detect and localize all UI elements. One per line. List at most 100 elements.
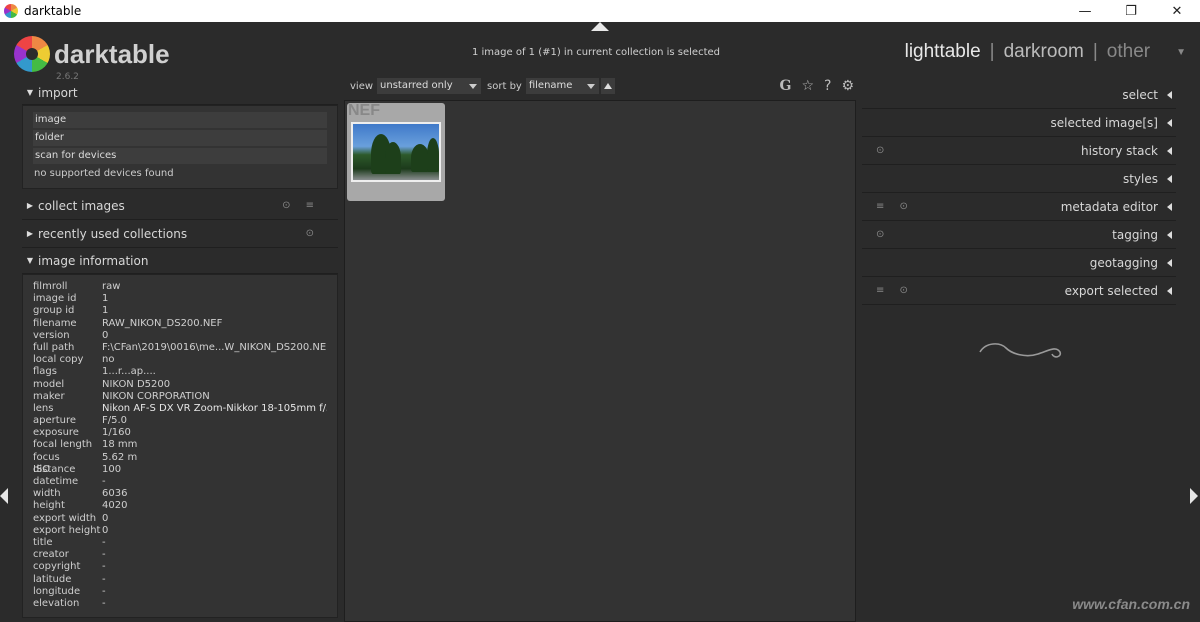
info-value: - [102,597,106,609]
module-header-selected-image-s[interactable]: selected image[s] [862,109,1176,137]
triangle-right-icon: ▶ [26,201,34,210]
module-header-select[interactable]: select [862,81,1176,109]
scan-devices-button[interactable]: scan for devices [33,148,327,164]
import-image-button[interactable]: image [33,112,327,128]
info-value: 1/160 [102,427,131,439]
module-header-collect[interactable]: ▶ collect images ⊙ ≡ [22,192,338,220]
module-title: import [38,85,78,100]
module-header-export-selected[interactable]: ≡ ⊙ export selected [862,277,1176,305]
star-overlay-icon[interactable]: ☆ [801,78,814,94]
left-panel-toggle-icon[interactable] [0,488,8,504]
info-key: creator [33,549,69,561]
info-row: focus distance 5.62 m [33,451,327,475]
logo: darktable 2.6.2 [14,36,170,82]
close-button[interactable]: ✕ [1154,0,1200,22]
devices-note: no supported devices found [34,168,174,179]
info-value: - [102,585,106,597]
module-header-history-stack[interactable]: ⊙ history stack [862,137,1176,165]
module-header-styles[interactable]: styles [862,165,1176,193]
restore-button[interactable]: ❐ [1108,0,1154,22]
triangle-left-icon [1167,287,1172,295]
top-panel-toggle-icon[interactable] [591,22,609,31]
info-value: F/5.0 [102,415,128,427]
info-row: flags 1...r...ap.... [33,366,327,378]
sort-select[interactable]: filename [525,78,599,94]
import-module-body: image folder scan for devices no support… [22,105,338,189]
module-reset-icon[interactable]: ⊙ [306,228,320,239]
info-key: filename [33,317,77,329]
info-row: height 4020 [33,500,327,512]
info-value: NIKON D5200 [102,378,171,390]
info-key: height [33,500,65,512]
info-row: filename RAW_NIKON_DS200.NEF [33,318,327,330]
toolbar-icons: G ☆ ? ⚙ [779,78,854,94]
module-presets-reset-icons[interactable]: ⊙ [876,229,890,240]
info-key: focal length [33,439,93,451]
module-title: image information [38,253,149,268]
sort-direction-button[interactable] [600,78,615,94]
info-value: 100 [102,463,122,475]
sort-label: sort by [487,80,522,92]
right-panel-toggle-icon[interactable] [1190,488,1198,504]
info-row: group id 1 [33,305,327,317]
info-value: 5.62 m [102,451,138,463]
minimize-button[interactable]: — [1062,0,1108,22]
info-value: 0 [102,524,109,536]
image-thumbnail[interactable]: NEF [347,102,445,201]
module-title: recently used collections [38,226,188,241]
module-header-tagging[interactable]: ⊙ tagging [862,221,1176,249]
module-header-metadata-editor[interactable]: ≡ ⊙ metadata editor [862,193,1176,221]
info-key: latitude [33,573,72,585]
info-value: - [102,573,106,585]
view-filter-select[interactable]: unstarred only [377,78,482,94]
info-row: creator - [33,549,327,561]
view-separator: | [1092,41,1098,62]
module-presets-reset-icons[interactable]: ≡ ⊙ [876,201,914,212]
view-darkroom[interactable]: darkroom [1004,41,1084,63]
help-icon[interactable]: ? [824,78,831,94]
info-row: export height 0 [33,525,327,537]
info-row: focal length 18 mm [33,439,327,451]
info-row: full path F:\CFan\2019\0016\me...W_NIKON_… [33,342,327,354]
info-row: datetime - [33,476,327,488]
module-header-import[interactable]: ▼ import [22,81,338,105]
info-value: Nikon AF-S DX VR Zoom-Nikkor 18-105mm f/… [102,402,327,414]
panel-end-swirl-icon [979,343,1062,358]
app-icon [4,4,18,18]
module-title: collect images [38,198,125,213]
module-header-recent[interactable]: ▶ recently used collections ⊙ [22,220,338,248]
info-value: - [102,549,106,561]
module-header-image-info[interactable]: ▼ image information [22,248,338,274]
chevron-down-icon[interactable]: ▼ [1176,47,1186,58]
grouping-icon[interactable]: G [779,78,791,94]
module-header-geotagging[interactable]: geotagging [862,249,1176,277]
module-presets-reset-icons[interactable]: ⊙ [876,145,890,156]
info-row: width 6036 [33,488,327,500]
lighttable-toolbar: view unstarred only sort by filename G ☆… [344,75,856,97]
view-lighttable[interactable]: lighttable [905,41,981,63]
photo-tree [427,138,439,172]
triangle-left-icon [1167,147,1172,155]
lighttable-grid[interactable]: NEF [344,100,856,622]
info-key: elevation [33,597,80,609]
info-value: 0 [102,329,109,341]
aperture-logo-icon [14,36,50,72]
info-row: latitude - [33,574,327,586]
module-title: select [1122,87,1158,102]
info-key: group id [33,305,75,317]
info-row: exposure 1/160 [33,427,327,439]
info-key: copyright [33,561,81,573]
gear-icon[interactable]: ⚙ [841,78,854,94]
import-folder-button[interactable]: folder [33,130,327,146]
module-presets-reset-icons[interactable]: ≡ ⊙ [876,285,914,296]
window-title: darktable [24,4,82,18]
info-row: export width 0 [33,513,327,525]
info-value: - [102,561,106,573]
triangle-left-icon [1167,91,1172,99]
view-other[interactable]: other [1107,41,1150,63]
triangle-left-icon [1167,203,1172,211]
triangle-right-icon: ▶ [26,229,34,238]
module-reset-presets-icons[interactable]: ⊙ ≡ [282,200,320,211]
triangle-left-icon [1167,259,1172,267]
info-value: - [102,476,106,487]
